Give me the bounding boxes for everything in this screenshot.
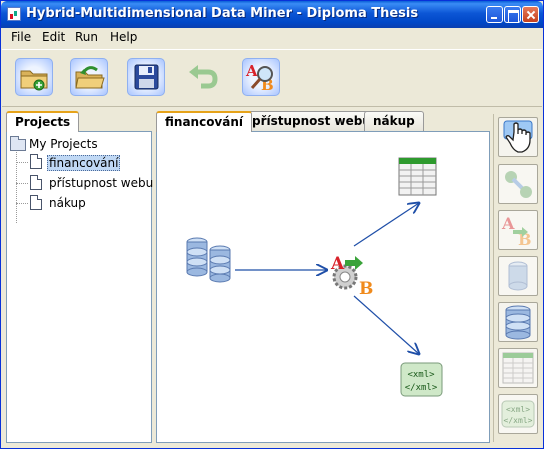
document-icon <box>30 175 42 190</box>
pointer-tool-button[interactable] <box>498 117 538 157</box>
hand-pointer-icon <box>503 120 533 153</box>
projects-panel: Projects My Projects financování přístup… <box>6 111 154 443</box>
node-palette: A B <xml> </xml> <box>493 114 541 442</box>
undo-arrow-icon <box>189 65 218 89</box>
svg-text:B: B <box>359 279 373 299</box>
open-project-folder-icon <box>75 66 105 89</box>
new-project-folder-icon <box>20 70 48 91</box>
tab-pristupnost-webu[interactable]: přístupnost webu <box>243 111 380 131</box>
editor-panel: financování přístupnost webu nákup A B <… <box>156 111 490 443</box>
palette-xml-open-label: <xml> <box>506 405 530 414</box>
single-database-icon <box>508 261 528 291</box>
xml-close-label: </xml> <box>405 383 438 393</box>
database-stack-icon <box>505 305 531 340</box>
tab-financovani[interactable]: financování <box>156 111 253 132</box>
minimize-button[interactable] <box>486 6 503 23</box>
xml-output-icon: <xml> </xml> <box>400 362 443 397</box>
app-icon <box>7 7 21 21</box>
transform-node[interactable]: A B <box>330 254 373 299</box>
new-project-button[interactable] <box>15 58 53 96</box>
xml-output-icon: <xml> </xml> <box>501 400 535 428</box>
app-window: Hybrid-Multidimensional Data Miner - Dip… <box>0 0 544 449</box>
tab-nakup[interactable]: nákup <box>364 111 424 131</box>
maximize-button[interactable] <box>504 6 521 23</box>
title-bar[interactable]: Hybrid-Multidimensional Data Miner - Dip… <box>1 1 543 28</box>
menu-help[interactable]: Help <box>108 30 139 44</box>
transform-ab-gears-icon: A B <box>330 254 373 299</box>
workflow-canvas[interactable]: A B <xml> </xml> <box>156 131 490 443</box>
menu-bar: File Edit Run Help <box>2 28 542 48</box>
save-button[interactable] <box>127 58 165 96</box>
table-output-node[interactable] <box>398 157 437 196</box>
svg-text:A: A <box>501 214 515 233</box>
menu-file[interactable]: File <box>9 30 33 44</box>
main-toolbar: A B <box>2 49 542 107</box>
xml-open-label: <xml> <box>407 370 435 380</box>
window-title: Hybrid-Multidimensional Data Miner - Dip… <box>26 6 419 21</box>
undo-button[interactable] <box>185 58 223 96</box>
connection-transform-to-xml[interactable] <box>353 295 419 354</box>
close-button[interactable] <box>522 6 539 23</box>
save-floppy-icon <box>134 64 159 90</box>
connect-arrow-icon <box>505 171 532 198</box>
project-tree: My Projects financování přístupnost webu… <box>6 131 154 443</box>
xml-output-node[interactable]: <xml> </xml> <box>400 362 443 397</box>
tree-item-nakup[interactable]: nákup <box>48 196 87 210</box>
folder-icon <box>10 136 26 151</box>
database-node[interactable] <box>186 237 231 283</box>
connection-transform-to-table[interactable] <box>353 203 419 247</box>
single-database-tool-button[interactable] <box>498 256 538 296</box>
document-icon <box>30 154 42 169</box>
table-tool-button[interactable] <box>498 348 538 388</box>
tree-item-financovani[interactable]: financování <box>47 155 121 171</box>
database-stack-tool-button[interactable] <box>498 302 538 342</box>
tab-projects[interactable]: Projects <box>6 111 80 132</box>
palette-xml-close-label: </xml> <box>504 416 533 425</box>
database-icon <box>186 237 231 283</box>
table-grid-icon <box>398 157 437 196</box>
svg-text:A: A <box>330 254 345 274</box>
tree-item-pristupnost-webu[interactable]: přístupnost webu <box>48 176 154 190</box>
tree-root-my-projects[interactable]: My Projects <box>28 137 99 151</box>
transform-tool-button[interactable]: A B <box>498 210 538 250</box>
open-project-button[interactable] <box>70 58 108 96</box>
connect-tool-button[interactable] <box>498 164 538 204</box>
transform-search-button[interactable]: A B <box>242 58 280 96</box>
svg-text:A: A <box>245 62 258 80</box>
xml-tool-button[interactable]: <xml> </xml> <box>498 394 538 434</box>
document-icon <box>30 195 42 210</box>
workflow-diagram: A B <xml> </xml> <box>186 157 443 397</box>
menu-run[interactable]: Run <box>73 30 100 44</box>
menu-edit[interactable]: Edit <box>40 30 67 44</box>
transform-ab-icon: A B <box>501 214 532 249</box>
table-grid-icon <box>502 352 534 384</box>
transform-search-icon: A B <box>245 62 274 94</box>
